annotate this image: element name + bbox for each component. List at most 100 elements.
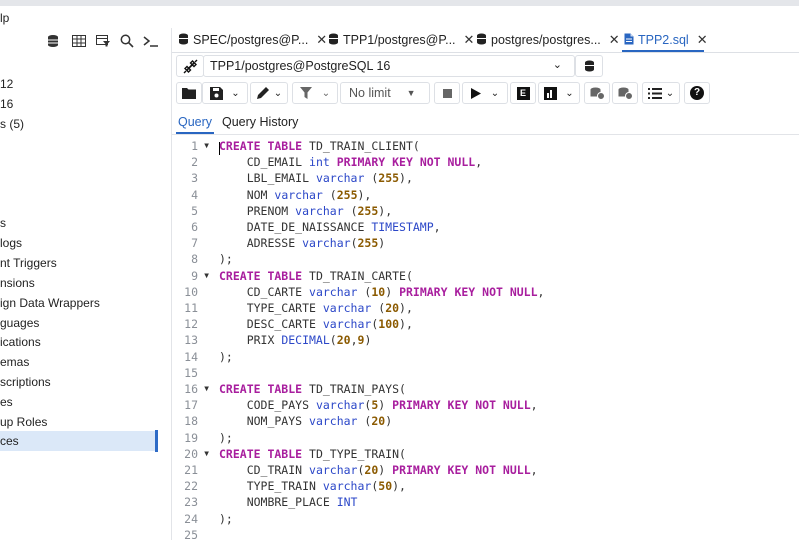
- tree-item[interactable]: 16: [0, 97, 13, 111]
- fold-chevron-icon[interactable]: ▾: [203, 138, 210, 152]
- tree-item[interactable]: nsions: [0, 276, 35, 290]
- tree-item[interactable]: scriptions: [0, 375, 51, 389]
- editor-line[interactable]: 11 TYPE_CARTE varchar (20),: [172, 301, 799, 317]
- active-query-tab-indicator: [176, 132, 214, 134]
- editor-line[interactable]: 21 CD_TRAIN varchar(20) PRIMARY KEY NOT …: [172, 463, 799, 479]
- editor-line[interactable]: 23 NOMBRE_PLACE INT: [172, 495, 799, 511]
- editor-line[interactable]: 1 ▾ CREATE TABLE TD_TRAIN_CLIENT(: [172, 138, 799, 155]
- tree-item[interactable]: 12: [0, 77, 13, 91]
- editor-line[interactable]: 20 ▾ CREATE TABLE TD_TYPE_TRAIN(: [172, 446, 799, 463]
- editor-line[interactable]: 10 CD_CARTE varchar (10) PRIMARY KEY NOT…: [172, 285, 799, 301]
- tree-item[interactable]: ign Data Wrappers: [0, 296, 100, 310]
- code-text: CD_TRAIN varchar(20) PRIMARY KEY NOT NUL…: [219, 463, 538, 477]
- tree-item[interactable]: emas: [0, 355, 29, 369]
- stop-button[interactable]: [434, 82, 460, 104]
- editor-line[interactable]: 12 DESC_CARTE varchar(100),: [172, 317, 799, 333]
- explorer-scrollbar[interactable]: [155, 430, 158, 452]
- fold-chevron-icon[interactable]: ▾: [203, 268, 210, 282]
- execute-button[interactable]: ⌄: [462, 82, 508, 104]
- help-button[interactable]: ?: [684, 82, 710, 104]
- database-icon: [476, 33, 487, 48]
- line-number: 24: [184, 511, 198, 526]
- editor-line[interactable]: 3 LBL_EMAIL varchar (255),: [172, 171, 799, 187]
- close-icon[interactable]: ✕: [464, 32, 475, 48]
- close-icon[interactable]: ✕: [316, 32, 327, 48]
- table-icon[interactable]: [68, 31, 90, 51]
- close-icon[interactable]: ✕: [697, 32, 708, 48]
- open-file-button[interactable]: [176, 82, 202, 104]
- database-icon[interactable]: [575, 55, 603, 77]
- tab-label: SPEC/postgres@P...: [193, 33, 309, 47]
- tab-query-history[interactable]: Query History: [222, 115, 298, 129]
- chevron-down-icon: ⌄: [665, 87, 675, 99]
- editor-line[interactable]: 4 NOM varchar (255),: [172, 188, 799, 204]
- editor-line[interactable]: 13 PRIX DECIMAL(20,9): [172, 333, 799, 349]
- editor-line[interactable]: 2 CD_EMAIL int PRIMARY KEY NOT NULL,: [172, 155, 799, 171]
- editor-line[interactable]: 7 ADRESSE varchar(255): [172, 236, 799, 252]
- explain-analyze-button[interactable]: ⌄: [538, 82, 580, 104]
- connection-value: TPP1/postgres@PostgreSQL 16: [210, 59, 391, 73]
- line-number: 6: [191, 220, 198, 234]
- active-tab-indicator: [622, 50, 704, 52]
- editor-line[interactable]: 14);: [172, 350, 799, 366]
- close-icon[interactable]: ✕: [609, 32, 620, 48]
- fold-chevron-icon[interactable]: ▾: [203, 381, 210, 395]
- tab-spec[interactable]: SPEC/postgres@P... ✕: [178, 28, 327, 52]
- tree-item-selected[interactable]: ces: [0, 431, 155, 451]
- editor-line[interactable]: 18 NOM_PAYS varchar (20): [172, 414, 799, 430]
- tab-query[interactable]: Query: [178, 115, 212, 129]
- stop-icon: [442, 88, 452, 98]
- editor-line[interactable]: 9 ▾ CREATE TABLE TD_TRAIN_CARTE(: [172, 268, 799, 285]
- editor-line[interactable]: 19);: [172, 431, 799, 447]
- tree-item[interactable]: s (5): [0, 117, 24, 131]
- tab-postgres[interactable]: postgres/postgres... ✕: [476, 28, 620, 52]
- connection-select[interactable]: TPP1/postgres@PostgreSQL 16 ⌄: [203, 55, 575, 77]
- fold-chevron-icon[interactable]: ▾: [203, 446, 210, 460]
- tree-item[interactable]: up Roles: [0, 415, 47, 429]
- database-icon[interactable]: [42, 31, 64, 51]
- tab-tpp1[interactable]: TPP1/postgres@P... ✕: [328, 28, 474, 52]
- tree-item[interactable]: nt Triggers: [0, 256, 57, 270]
- code-text: TYPE_CARTE varchar (20),: [219, 301, 413, 315]
- tree-item[interactable]: s: [0, 216, 6, 230]
- connection-status-icon[interactable]: [176, 55, 204, 77]
- tree-item[interactable]: logs: [0, 236, 22, 250]
- tree-item[interactable]: guages: [0, 316, 39, 330]
- editor-line[interactable]: 15: [172, 366, 799, 382]
- editor-line[interactable]: 8);: [172, 252, 799, 268]
- sql-editor[interactable]: 1 ▾ CREATE TABLE TD_TRAIN_CLIENT(2 CD_EMAI…: [172, 136, 799, 542]
- explain-button[interactable]: E: [510, 82, 536, 104]
- search-icon[interactable]: [116, 31, 138, 51]
- limit-select[interactable]: No limit ▼: [340, 82, 430, 104]
- chevron-down-icon: ⌄: [321, 87, 331, 99]
- macros-button[interactable]: ⌄: [642, 82, 680, 104]
- filter-table-icon[interactable]: [92, 31, 114, 51]
- caret-down-icon: ▼: [406, 88, 416, 98]
- terminal-icon[interactable]: [140, 31, 162, 51]
- save-icon: [210, 86, 224, 100]
- editor-line[interactable]: 25: [172, 528, 799, 544]
- tab-tpp2-sql[interactable]: TPP2.sql ✕: [624, 28, 708, 52]
- edit-button[interactable]: ⌄: [250, 82, 288, 104]
- editor-line[interactable]: 24);: [172, 512, 799, 528]
- code-text: CD_EMAIL int PRIMARY KEY NOT NULL,: [219, 155, 483, 170]
- editor-line[interactable]: 6 DATE_DE_NAISSANCE TIMESTAMP,: [172, 220, 799, 236]
- code-text: NOM varchar (255),: [219, 187, 372, 202]
- editor-line[interactable]: 17 CODE_PAYS varchar(5) PRIMARY KEY NOT …: [172, 398, 799, 414]
- line-number: 15: [184, 365, 198, 380]
- line-number: 9: [191, 268, 198, 283]
- filter-button[interactable]: ⌄: [292, 82, 338, 104]
- editor-line[interactable]: 5 PRENOM varchar (255),: [172, 204, 799, 220]
- commit-button[interactable]: [584, 82, 610, 104]
- tree-item[interactable]: es: [0, 395, 13, 409]
- menu-help[interactable]: lp: [0, 11, 9, 25]
- save-button[interactable]: ⌄: [202, 82, 248, 104]
- tree-item[interactable]: ications: [0, 335, 41, 349]
- rollback-button[interactable]: [612, 82, 638, 104]
- tree-item-label: ces: [0, 434, 19, 448]
- editor-line[interactable]: 16 ▾ CREATE TABLE TD_TRAIN_PAYS(: [172, 381, 799, 398]
- filter-icon: [299, 87, 312, 99]
- editor-line[interactable]: 22 TYPE_TRAIN varchar(50),: [172, 479, 799, 495]
- chevron-down-icon: ⌄: [273, 87, 283, 99]
- code-text: );: [219, 252, 233, 267]
